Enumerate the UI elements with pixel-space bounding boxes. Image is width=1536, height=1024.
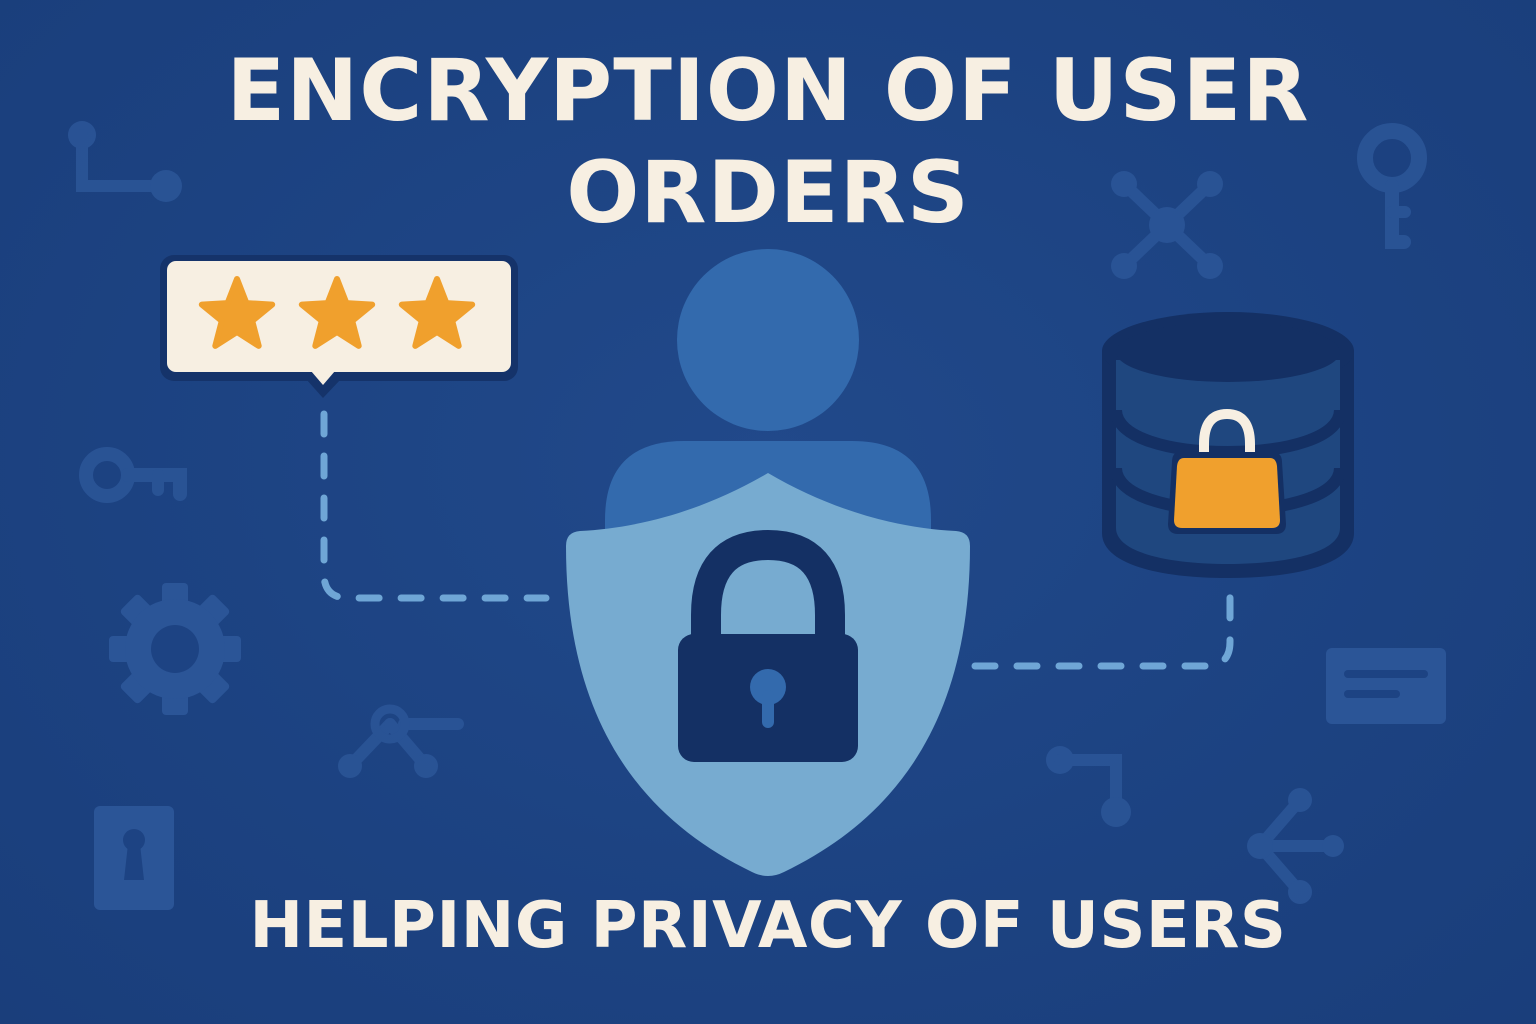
subtitle: HELPING PRIVACY OF USERS	[249, 889, 1287, 963]
gear-icon	[109, 583, 241, 715]
infographic: ENCRYPTION OF USER ORDERS HELPING PRIVAC…	[0, 0, 1536, 1024]
circuit-icon	[1046, 746, 1131, 827]
key-icon	[79, 447, 187, 503]
title-line-1: ENCRYPTION OF USER	[226, 41, 1310, 141]
rating-bubble	[160, 255, 518, 398]
page-title: ENCRYPTION OF USER ORDERS	[0, 40, 1536, 244]
dashed-connector-right	[971, 582, 1234, 670]
dashed-connector-left	[320, 410, 550, 602]
database-icon	[1102, 312, 1354, 578]
credit-card-icon	[1326, 648, 1446, 724]
share-icon	[338, 704, 464, 778]
title-line-2: ORDERS	[566, 143, 970, 243]
